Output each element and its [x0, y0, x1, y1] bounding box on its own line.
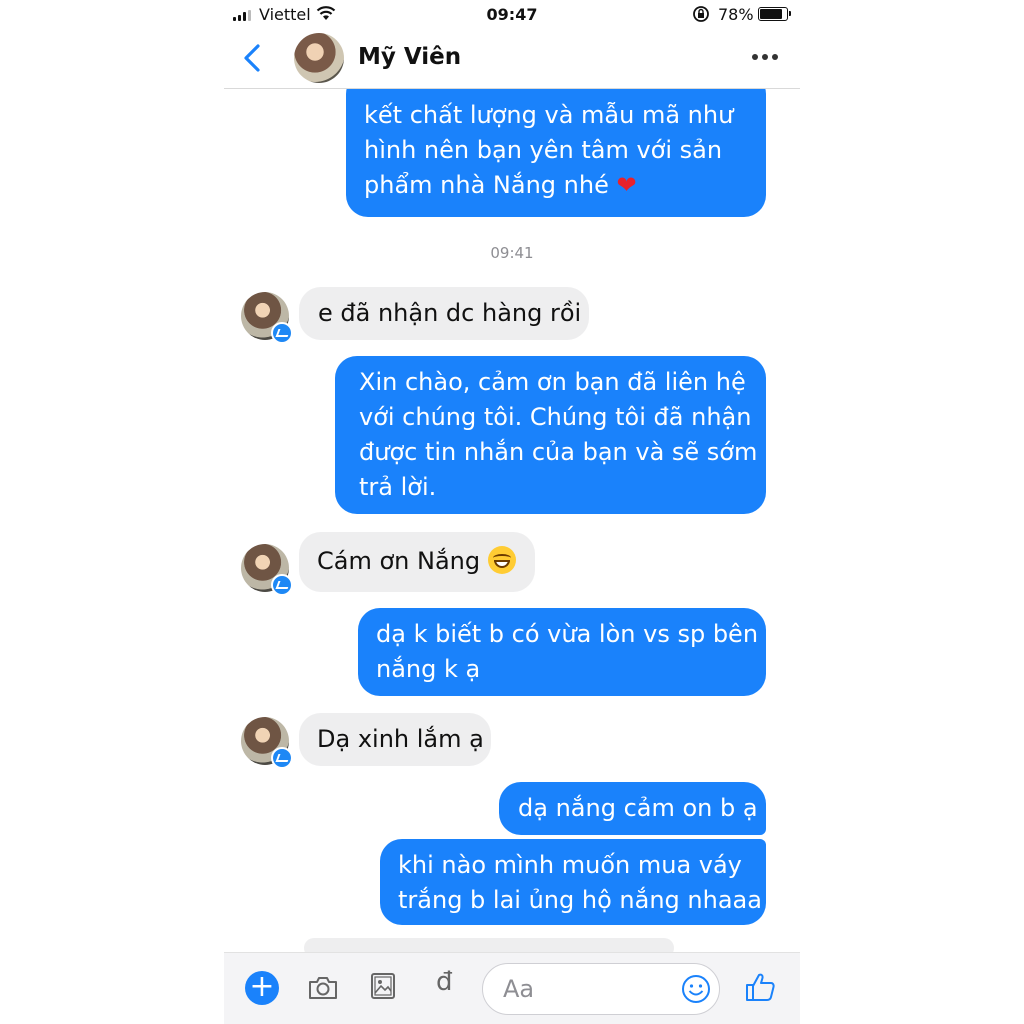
status-time: 09:47 [486, 5, 538, 24]
image-icon[interactable] [370, 972, 396, 1000]
dong-payment-icon[interactable]: đ [436, 967, 453, 997]
message-line: hình nên bạn yên tâm với sản [364, 136, 723, 164]
message-line: trắng b lai ủng hộ nắng nhaaa [398, 886, 762, 914]
message-bubble-outgoing[interactable]: khi nào mình muốn mua váy trắng b lai ủn… [380, 839, 766, 925]
contact-avatar-small[interactable] [241, 544, 293, 596]
message-composer: + đ Aa [224, 952, 800, 1024]
contact-avatar-small[interactable] [241, 717, 293, 769]
messenger-badge-icon [271, 322, 293, 344]
rotation-lock-icon [692, 5, 710, 27]
message-bubble-outgoing[interactable]: dạ nắng cảm on b ạ [499, 782, 766, 835]
message-timestamp: 09:41 [490, 244, 534, 262]
message-input[interactable]: Aa [482, 963, 720, 1015]
conversation-header: Mỹ Viên [224, 30, 800, 89]
message-line: dạ k biết b có vừa lòn vs sp bên [376, 620, 759, 648]
message-bubble-outgoing[interactable]: Xin chào, cảm ơn bạn đã liên hệ với chún… [335, 356, 766, 514]
contact-avatar-small[interactable] [241, 292, 293, 344]
message-line: Xin chào, cảm ơn bạn đã liên hệ [359, 368, 746, 396]
message-line: Dạ xinh lắm ạ [317, 725, 484, 753]
messenger-screen: Viettel 09:47 78% Mỹ Viên x kết chất lượ… [224, 0, 800, 1024]
heart-emoji-icon: ❤ [616, 171, 637, 199]
message-line: dạ nắng cảm on b ạ [518, 794, 758, 822]
camera-icon[interactable] [307, 975, 339, 1001]
battery-percent: 78% [718, 5, 754, 24]
message-line: phẩm nhà Nắng nhé [364, 171, 609, 199]
message-line: nắng k ạ [376, 655, 481, 683]
messenger-badge-icon [271, 747, 293, 769]
message-line: được tin nhắn của bạn và sẽ sớm [359, 438, 758, 466]
back-chevron-icon[interactable] [236, 38, 268, 78]
message-bubble-incoming[interactable]: Dạ xinh lắm ạ [299, 713, 491, 766]
message-line: e đã nhận dc hàng rồi [318, 299, 582, 327]
message-line: khi nào mình muốn mua váy [398, 851, 742, 879]
message-input-placeholder: Aa [503, 975, 535, 1003]
message-line: trả lời. [359, 473, 437, 501]
grinning-face-emoji-icon [487, 546, 516, 574]
message-bubble-outgoing[interactable]: x kết chất lượng và mẫu mã như hình nên … [346, 72, 766, 217]
message-line: với chúng tôi. Chúng tôi đã nhận [359, 403, 752, 431]
message-line: Cám ơn Nắng [317, 547, 481, 575]
message-bubble-incoming[interactable]: Cám ơn Nắng [299, 532, 535, 592]
message-bubble-outgoing[interactable]: dạ k biết b có vừa lòn vs sp bên nắng k … [358, 608, 766, 696]
message-bubble-incoming[interactable]: e đã nhận dc hàng rồi [299, 287, 589, 340]
thumbs-up-icon[interactable] [744, 971, 776, 1003]
battery-icon [758, 7, 791, 21]
message-line: kết chất lượng và mẫu mã như [364, 101, 734, 129]
messenger-badge-icon [271, 574, 293, 596]
status-bar: Viettel 09:47 78% [224, 0, 800, 30]
emoji-icon[interactable] [681, 974, 711, 1004]
contact-avatar[interactable] [294, 33, 344, 83]
contact-name[interactable]: Mỹ Viên [358, 44, 461, 70]
more-options-icon[interactable] [752, 54, 778, 60]
plus-icon[interactable]: + [245, 971, 279, 1005]
